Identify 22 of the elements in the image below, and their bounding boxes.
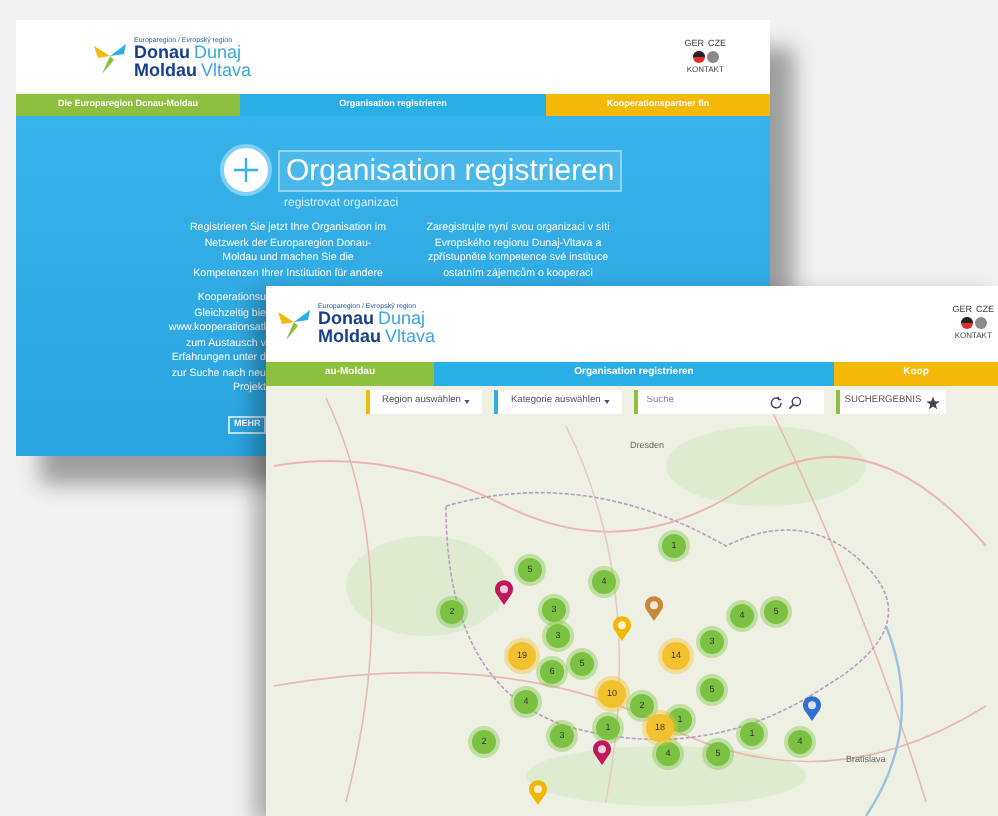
page-title: Organisation registrieren (278, 149, 623, 191)
map-pin-icon[interactable] (644, 596, 664, 622)
map-pin-icon[interactable] (494, 580, 514, 606)
logo-text: Vltava (385, 328, 436, 346)
map-pin-icon[interactable] (592, 740, 612, 766)
map-pin-icon[interactable] (802, 696, 822, 722)
logo-text: Moldau (134, 62, 197, 80)
logo-text: Vltava (201, 62, 252, 80)
caret-icon (464, 400, 471, 404)
search-icon[interactable] (788, 395, 803, 409)
bird-logo-icon (92, 40, 128, 76)
logo-text: Donau (134, 44, 190, 62)
caret-icon (604, 400, 611, 404)
bird-logo-icon (276, 306, 312, 342)
logo-text: Dunaj (378, 310, 426, 328)
flags-icon (959, 316, 988, 330)
refresh-icon[interactable] (770, 395, 785, 409)
logo-text: Moldau (318, 328, 381, 346)
star-icon[interactable] (925, 395, 940, 409)
flags-icon (691, 50, 720, 64)
logo-text: Dunaj (194, 44, 242, 62)
logo-text: Donau (318, 310, 374, 328)
